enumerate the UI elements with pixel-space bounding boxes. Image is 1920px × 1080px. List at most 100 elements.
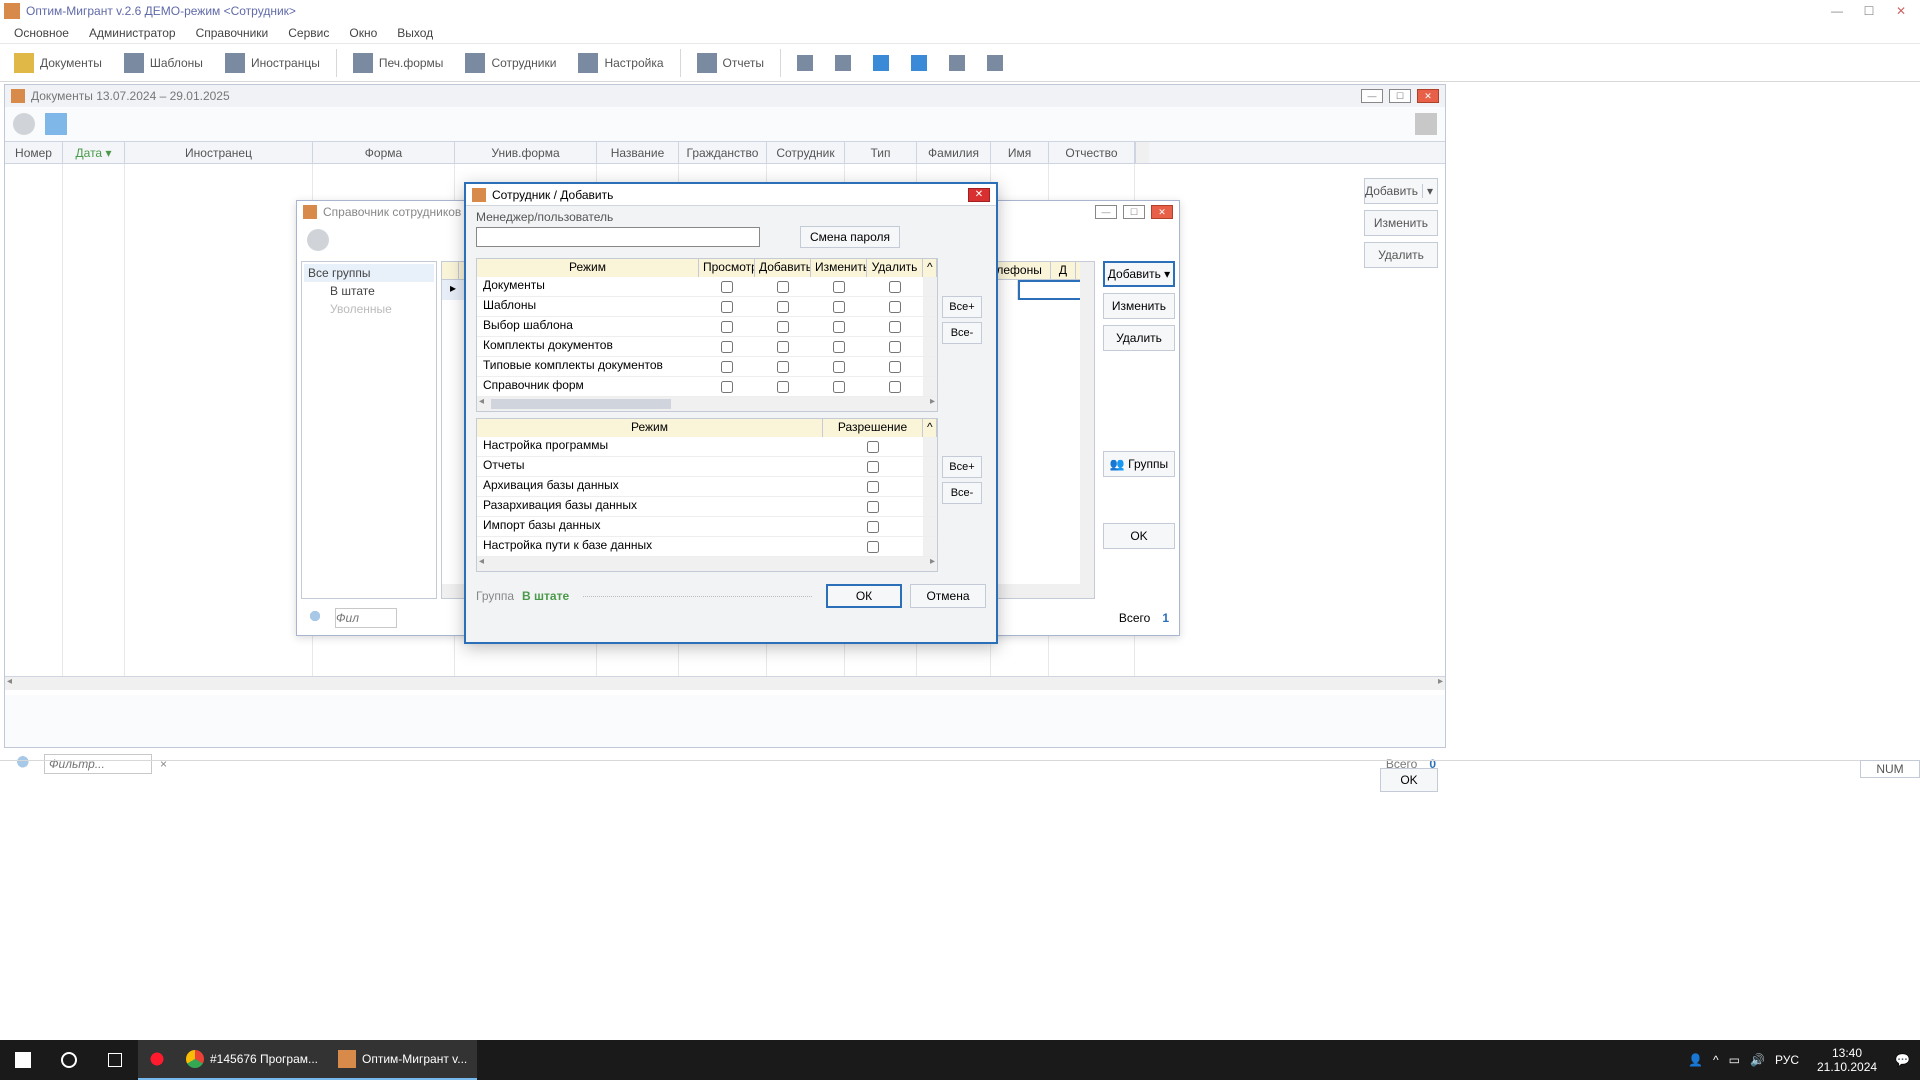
printer-icon[interactable] — [1415, 113, 1437, 135]
dir-add-button[interactable]: Добавить ▾ — [1103, 261, 1175, 287]
col-foreigner[interactable]: Иностранец — [125, 142, 313, 163]
perm-add-checkbox[interactable] — [777, 361, 789, 373]
col-univform[interactable]: Унив.форма — [455, 142, 597, 163]
search-taskbar[interactable] — [46, 1040, 92, 1080]
menu-exit[interactable]: Выход — [387, 23, 443, 43]
dir-groups-button[interactable]: 👥 Группы — [1103, 451, 1175, 477]
calendar-icon[interactable] — [45, 113, 67, 135]
delete-button[interactable]: Удалить — [1364, 242, 1438, 268]
docwin-maximize[interactable]: ☐ — [1389, 89, 1411, 103]
perm2-allow-checkbox[interactable] — [867, 461, 879, 473]
menu-service[interactable]: Сервис — [278, 23, 339, 43]
col-date[interactable]: Дата ▾ — [63, 142, 125, 163]
dir-edit-button[interactable]: Изменить — [1103, 293, 1175, 319]
search-icon[interactable] — [307, 608, 327, 628]
tray-volume-icon[interactable]: 🔊 — [1750, 1053, 1765, 1067]
col-number[interactable]: Номер — [5, 142, 63, 163]
gear-icon[interactable] — [307, 229, 329, 251]
perm-view-checkbox[interactable] — [721, 341, 733, 353]
toolbar-templates[interactable]: Шаблоны — [114, 49, 213, 77]
all-plus-button-2[interactable]: Все+ — [942, 456, 982, 478]
perm2-col-allow[interactable]: Разрешение — [823, 419, 923, 437]
toolbar-redo[interactable] — [939, 51, 975, 75]
dialog-close[interactable]: ✕ — [968, 188, 990, 202]
tree-staff[interactable]: В штате — [304, 282, 434, 300]
start-button[interactable] — [0, 1040, 46, 1080]
toolbar-undo[interactable] — [901, 51, 937, 75]
toolbar-documents[interactable]: Документы — [4, 49, 112, 77]
perm-edit-checkbox[interactable] — [833, 381, 845, 393]
manager-input[interactable] — [476, 227, 760, 247]
perm-edit-checkbox[interactable] — [833, 341, 845, 353]
menu-main[interactable]: Основное — [4, 23, 79, 43]
tree-fired[interactable]: Уволенные — [304, 300, 434, 318]
perm-view-checkbox[interactable] — [721, 301, 733, 313]
docwin-close[interactable]: ✕ — [1417, 89, 1439, 103]
tray-lang[interactable]: РУС — [1775, 1053, 1799, 1067]
perm-add-checkbox[interactable] — [777, 301, 789, 313]
toolbar-copy[interactable] — [825, 51, 861, 75]
perm2-hscroll[interactable] — [477, 557, 937, 571]
perm-view-checkbox[interactable] — [721, 381, 733, 393]
dir-delete-button[interactable]: Удалить — [1103, 325, 1175, 351]
col-name[interactable]: Название — [597, 142, 679, 163]
perm-hscroll[interactable] — [477, 397, 937, 411]
perm-del-checkbox[interactable] — [889, 281, 901, 293]
tray-people-icon[interactable]: 👤 — [1688, 1053, 1703, 1067]
tree-all-groups[interactable]: Все группы — [304, 264, 434, 282]
menu-references[interactable]: Справочники — [186, 23, 279, 43]
perm2-allow-checkbox[interactable] — [867, 441, 879, 453]
taskbar-opera[interactable] — [138, 1040, 176, 1080]
menu-admin[interactable]: Администратор — [79, 23, 186, 43]
perm-del-checkbox[interactable] — [889, 321, 901, 333]
col-surname[interactable]: Фамилия — [917, 142, 991, 163]
tray-chevron-icon[interactable]: ^ — [1713, 1053, 1719, 1067]
col-patronymic[interactable]: Отчество — [1049, 142, 1135, 163]
perm-del-checkbox[interactable] — [889, 381, 901, 393]
menu-window[interactable]: Окно — [339, 23, 387, 43]
add-button[interactable]: Добавить▾ — [1364, 178, 1438, 204]
all-minus-button-2[interactable]: Все- — [942, 482, 982, 504]
toolbar-paste[interactable] — [863, 51, 899, 75]
taskbar-chrome[interactable]: #145676 Програм... — [176, 1040, 328, 1080]
perm-col-add[interactable]: Добавить — [755, 259, 811, 277]
perm2-allow-checkbox[interactable] — [867, 541, 879, 553]
col-firstname[interactable]: Имя — [991, 142, 1049, 163]
taskbar-clock[interactable]: 13:40 21.10.2024 — [1809, 1046, 1885, 1075]
perm-add-checkbox[interactable] — [777, 281, 789, 293]
perm-del-checkbox[interactable] — [889, 301, 901, 313]
window-minimize[interactable]: — — [1822, 2, 1852, 20]
perm-add-checkbox[interactable] — [777, 341, 789, 353]
change-password-button[interactable]: Смена пароля — [800, 226, 900, 248]
dirwin-minimize[interactable]: — — [1095, 205, 1117, 219]
perm-col-del[interactable]: Удалить — [867, 259, 923, 277]
notifications-icon[interactable]: 💬 — [1895, 1053, 1910, 1067]
dirwin-maximize[interactable]: ☐ — [1123, 205, 1145, 219]
perm-add-checkbox[interactable] — [777, 321, 789, 333]
perm-edit-checkbox[interactable] — [833, 301, 845, 313]
all-plus-button-1[interactable]: Все+ — [942, 296, 982, 318]
dir-vscroll[interactable] — [1080, 262, 1094, 584]
all-minus-button-1[interactable]: Все- — [942, 322, 982, 344]
toolbar-cut[interactable] — [787, 51, 823, 75]
window-maximize[interactable]: ☐ — [1854, 2, 1884, 20]
col-form[interactable]: Форма — [313, 142, 455, 163]
docwin-minimize[interactable]: — — [1361, 89, 1383, 103]
system-tray[interactable]: 👤 ^ ▭ 🔊 РУС 13:40 21.10.2024 💬 — [1678, 1046, 1920, 1075]
perm-del-checkbox[interactable] — [889, 361, 901, 373]
perm-add-checkbox[interactable] — [777, 381, 789, 393]
dirwin-close[interactable]: ✕ — [1151, 205, 1173, 219]
perm2-allow-checkbox[interactable] — [867, 501, 879, 513]
taskview[interactable] — [92, 1040, 138, 1080]
toolbar-reports[interactable]: Отчеты — [687, 49, 774, 77]
taskbar-optim-migrant[interactable]: Оптим-Мигрант v... — [328, 1040, 477, 1080]
toolbar-employees[interactable]: Сотрудники — [455, 49, 566, 77]
toolbar-settings[interactable]: Настройка — [568, 49, 673, 77]
perm-view-checkbox[interactable] — [721, 321, 733, 333]
dialog-ok-button[interactable]: ОК — [826, 584, 902, 608]
perm-edit-checkbox[interactable] — [833, 321, 845, 333]
perm-edit-checkbox[interactable] — [833, 281, 845, 293]
edit-button[interactable]: Изменить — [1364, 210, 1438, 236]
toolbar-foreigners[interactable]: Иностранцы — [215, 49, 330, 77]
perm-col-edit[interactable]: Изменить — [811, 259, 867, 277]
